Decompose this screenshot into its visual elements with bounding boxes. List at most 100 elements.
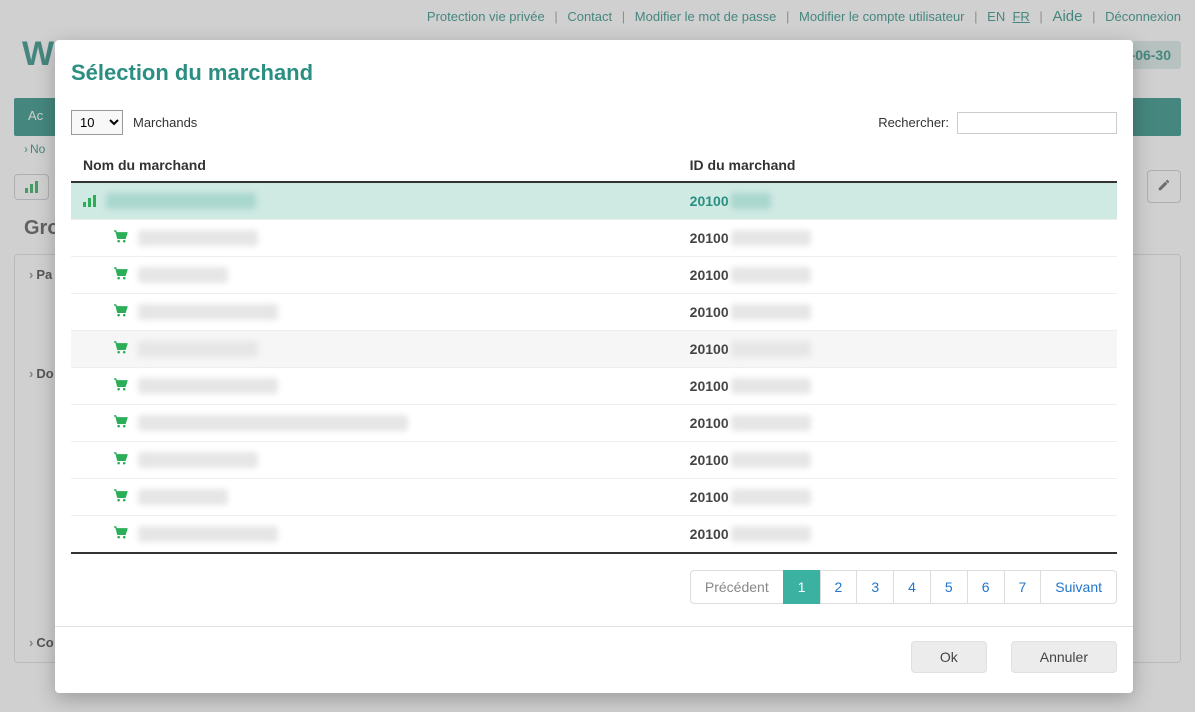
pagination-next[interactable]: Suivant (1040, 570, 1117, 604)
pagination-page-3[interactable]: 3 (856, 570, 894, 604)
merchant-name-redacted (106, 193, 256, 209)
cancel-button[interactable]: Annuler (1011, 641, 1117, 673)
cart-icon (113, 378, 128, 394)
separator: | (1039, 9, 1042, 24)
merchant-id-redacted (731, 304, 811, 320)
bars-icon (25, 181, 38, 193)
cart-icon (113, 526, 128, 542)
table-row[interactable]: 20100 (71, 405, 1117, 442)
merchant-id-prefix: 20100 (690, 230, 729, 246)
table-row[interactable]: 20100 (71, 479, 1117, 516)
table-row[interactable]: 20100 (71, 331, 1117, 368)
breadcrumb-text: No (30, 142, 45, 156)
merchant-id-prefix: 20100 (690, 489, 729, 505)
link-change-password[interactable]: Modifier le mot de passe (635, 9, 777, 24)
separator: | (622, 9, 625, 24)
pagination-page-7[interactable]: 7 (1004, 570, 1042, 604)
link-help[interactable]: Aide (1052, 8, 1082, 25)
merchant-name-redacted (138, 452, 258, 468)
accordion-item-label: Co (36, 635, 53, 650)
link-lang-fr[interactable]: FR (1012, 9, 1029, 24)
search-label: Rechercher: (878, 115, 949, 130)
link-logout[interactable]: Déconnexion (1105, 9, 1181, 24)
table-row[interactable]: 20100 (71, 368, 1117, 405)
merchant-id-prefix: 20100 (690, 341, 729, 357)
pagination-page-2[interactable]: 2 (820, 570, 858, 604)
accordion-item-label: Pa (36, 267, 52, 282)
cart-icon (113, 304, 128, 320)
pagination-page-1[interactable]: 1 (783, 570, 821, 604)
modal-footer: Ok Annuler (55, 627, 1133, 673)
cart-icon (113, 489, 128, 505)
cart-icon (113, 415, 128, 431)
merchant-name-redacted (138, 230, 258, 246)
pagination-page-5[interactable]: 5 (930, 570, 968, 604)
merchant-id-prefix: 20100 (690, 378, 729, 394)
table-row[interactable]: 20100 (71, 182, 1117, 220)
chevron-right-icon: › (29, 267, 33, 282)
table-row[interactable]: 20100 (71, 220, 1117, 257)
separator: | (786, 9, 789, 24)
pagination: Précédent1234567Suivant (55, 554, 1133, 604)
page-size-select[interactable]: 102550100 (71, 110, 123, 135)
pagination-prev: Précédent (690, 570, 784, 604)
table-row[interactable]: 20100 (71, 294, 1117, 331)
table-row[interactable]: 20100 (71, 516, 1117, 554)
cart-icon (113, 230, 128, 246)
cart-icon (113, 267, 128, 283)
merchant-id-redacted (731, 489, 811, 505)
merchant-name-redacted (138, 415, 408, 431)
merchant-name-redacted (138, 526, 278, 542)
link-privacy[interactable]: Protection vie privée (427, 9, 545, 24)
page-size-control: 102550100 Marchands (71, 110, 197, 135)
merchant-id-redacted (731, 378, 811, 394)
link-contact[interactable]: Contact (567, 9, 612, 24)
column-header-name[interactable]: Nom du marchand (71, 149, 678, 182)
search-input[interactable] (957, 112, 1117, 134)
ok-button[interactable]: Ok (911, 641, 987, 673)
merchant-id-prefix: 20100 (690, 452, 729, 468)
brand-logo: W (22, 35, 54, 74)
link-lang-en[interactable]: EN (987, 9, 1005, 24)
link-change-account[interactable]: Modifier le compte utilisateur (799, 9, 964, 24)
chevron-right-icon: › (24, 142, 28, 156)
merchants-table: Nom du marchand ID du marchand 20100 2010… (71, 149, 1117, 554)
merchant-id-redacted (731, 415, 811, 431)
top-utility-links: Protection vie privée | Contact | Modifi… (0, 0, 1195, 31)
merchant-id-redacted (731, 193, 771, 209)
merchant-id-redacted (731, 267, 811, 283)
table-row[interactable]: 20100 (71, 257, 1117, 294)
search-control: Rechercher: (878, 112, 1117, 134)
merchant-name-redacted (138, 304, 278, 320)
cart-icon (113, 452, 128, 468)
modal-title: Sélection du marchand (55, 40, 1133, 96)
page-size-label: Marchands (133, 115, 197, 130)
chevron-right-icon: › (29, 366, 33, 381)
merchant-name-redacted (138, 341, 258, 357)
separator: | (1092, 9, 1095, 24)
column-header-id[interactable]: ID du marchand (678, 149, 1117, 182)
merchant-id-redacted (731, 526, 811, 542)
merchant-id-redacted (731, 230, 811, 246)
merchant-id-redacted (731, 452, 811, 468)
merchant-name-redacted (138, 267, 228, 283)
table-controls: 102550100 Marchands Rechercher: (55, 96, 1133, 143)
chevron-right-icon: › (29, 635, 33, 650)
merchant-id-prefix: 20100 (690, 267, 729, 283)
merchant-id-prefix: 20100 (690, 193, 729, 209)
edit-button[interactable] (1147, 170, 1181, 203)
pagination-page-6[interactable]: 6 (967, 570, 1005, 604)
merchant-name-redacted (138, 378, 278, 394)
merchant-id-prefix: 20100 (690, 526, 729, 542)
table-row[interactable]: 20100 (71, 442, 1117, 479)
bars-icon (83, 195, 96, 207)
accordion-item-label: Do (36, 366, 53, 381)
nav-item[interactable]: Ac (14, 98, 57, 136)
merchant-name-redacted (138, 489, 228, 505)
pagination-page-4[interactable]: 4 (893, 570, 931, 604)
current-merchant-pill[interactable] (14, 174, 49, 200)
separator: | (554, 9, 557, 24)
merchant-id-redacted (731, 341, 811, 357)
merchant-selection-modal: Sélection du marchand 102550100 Marchand… (55, 40, 1133, 693)
merchant-id-prefix: 20100 (690, 304, 729, 320)
